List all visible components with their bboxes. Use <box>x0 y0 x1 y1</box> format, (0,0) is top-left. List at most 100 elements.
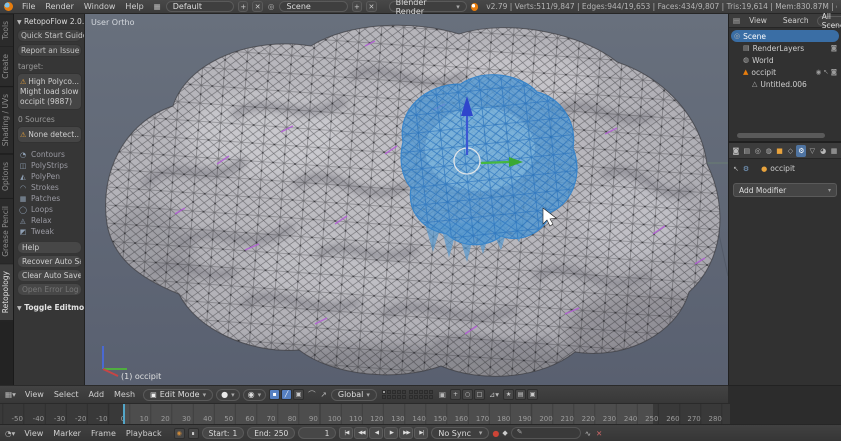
modifiers-tab[interactable]: ⚙ <box>796 145 806 157</box>
play-reverse-button[interactable]: ◀ <box>369 427 383 439</box>
report-issue-button[interactable]: Report an Issue <box>17 44 82 57</box>
tool-patches[interactable]: ▦Patches <box>17 193 82 204</box>
timeline-menu-marker[interactable]: Marker <box>48 429 86 438</box>
object-tab[interactable]: ■ <box>775 145 785 157</box>
toolshelf-tab-shading-uvs[interactable]: Shading / UVs <box>0 87 13 154</box>
scale-manipulator-button[interactable]: □ <box>474 389 485 400</box>
rotate-manipulator-button[interactable]: ○ <box>462 389 473 400</box>
timeline-menu-view[interactable]: View <box>19 429 48 438</box>
tool-tweak[interactable]: ◩Tweak <box>17 226 82 237</box>
toggle-editmode-header[interactable]: ▼ Toggle Editmode <box>17 303 82 312</box>
menu-render[interactable]: Render <box>40 2 78 11</box>
quick-start-button[interactable]: Quick Start Guide <box>17 29 82 42</box>
add-modifier-dropdown[interactable]: Add Modifier ▾ <box>733 183 837 197</box>
viewport-3d[interactable]: User Ortho (1) occipit <box>85 14 728 385</box>
sources-warning-box[interactable]: ⚠None detect... <box>17 126 82 143</box>
occlude-geometry-icon[interactable]: ⌒ <box>307 389 317 400</box>
toolshelf-tab-grease-pencil[interactable]: Grease Pencil <box>0 199 13 265</box>
add-scene-button[interactable]: + <box>352 1 362 12</box>
texture-tab[interactable]: ▦ <box>829 145 839 157</box>
scene-tab[interactable]: ◎ <box>753 145 763 157</box>
vertex-select-button[interactable]: ▪ <box>269 389 280 400</box>
screen-layout-icon[interactable]: ▦ <box>153 2 162 11</box>
delete-layout-button[interactable]: ✕ <box>252 1 262 12</box>
tool-loops[interactable]: ◯Loops <box>17 204 82 215</box>
keying-set-icon[interactable]: ◆ <box>502 429 507 437</box>
render-restrict-icon[interactable]: ◙ <box>831 68 837 76</box>
render-opengl-button[interactable]: ★ <box>503 389 514 400</box>
delete-scene-button[interactable]: ✕ <box>366 1 376 12</box>
outliner-scrollbar[interactable] <box>737 133 825 138</box>
current-frame-indicator[interactable] <box>123 404 125 424</box>
retopoflow-panel-header[interactable]: ▼ RetopoFlow 2.0.3 <box>17 17 82 26</box>
toolshelf-tab-options[interactable]: Options <box>0 155 13 199</box>
menu-window[interactable]: Window <box>79 2 121 11</box>
selectability-icon[interactable]: ↖ <box>823 68 828 76</box>
current-frame-field[interactable]: 1 <box>298 427 336 439</box>
layer-4[interactable] <box>397 390 401 394</box>
layer-13[interactable] <box>419 390 423 394</box>
layer-1[interactable] <box>382 390 386 394</box>
view3d-menu-mesh[interactable]: Mesh <box>109 390 140 399</box>
layer-14[interactable] <box>424 390 428 394</box>
layer-3[interactable] <box>392 390 396 394</box>
layer-7[interactable] <box>387 395 391 399</box>
layer-15[interactable] <box>429 390 433 394</box>
keyframe-lock-button[interactable]: ∎ <box>188 428 199 439</box>
layer-8[interactable] <box>392 395 396 399</box>
clear-auto-save-button[interactable]: Clear Auto Save <box>17 269 82 282</box>
snap-icon[interactable]: ↗ <box>320 390 328 399</box>
layer-11[interactable] <box>409 390 413 394</box>
layer-2[interactable] <box>387 390 391 394</box>
view3d-menu-view[interactable]: View <box>20 390 49 399</box>
view3d-menu-add[interactable]: Add <box>84 390 110 399</box>
render-restrict-icon[interactable]: ◙ <box>831 44 837 52</box>
toolshelf-tab-create[interactable]: Create <box>0 47 13 87</box>
proportional-edit-dropdown[interactable]: ◉▾ <box>243 389 267 401</box>
outliner-menu-search[interactable]: Search <box>778 16 814 25</box>
insert-keyframe-icon[interactable]: ∿ <box>584 429 592 438</box>
layer-6[interactable] <box>382 395 386 399</box>
timeline-editor-icon[interactable]: ◔▾ <box>4 429 16 438</box>
face-select-button[interactable]: ▣ <box>293 389 304 400</box>
layer-12[interactable] <box>414 390 418 394</box>
tool-relax[interactable]: ◬Relax <box>17 215 82 226</box>
translate-manipulator-button[interactable]: + <box>450 389 461 400</box>
layer-10[interactable] <box>402 395 406 399</box>
scene-dropdown[interactable]: Scene <box>279 1 347 12</box>
jump-to-prev-keyframe-button[interactable]: ◀◀ <box>354 427 368 439</box>
start-frame-field[interactable]: Start: 1 <box>202 427 245 439</box>
screen-layout-dropdown[interactable]: Default <box>166 1 234 12</box>
add-layout-button[interactable]: + <box>238 1 248 12</box>
outliner-item-occipit[interactable]: ▲occipit◉↖◙ <box>731 66 839 78</box>
scene-dropdown-icon[interactable]: ◎ <box>267 2 276 11</box>
timeline-menu-frame[interactable]: Frame <box>86 429 121 438</box>
tool-polystrips[interactable]: ◫PolyStrips <box>17 160 82 171</box>
properties-editor-icon[interactable]: ↖ <box>733 165 739 173</box>
lock-to-scene-icon[interactable]: ▣ <box>438 390 447 399</box>
outliner-item-untitled-006[interactable]: △Untitled.006 <box>731 78 839 90</box>
tool-contours[interactable]: ◔Contours <box>17 149 82 160</box>
editor-type-icon[interactable]: ▦▾ <box>4 390 17 399</box>
menu-help[interactable]: Help <box>120 2 148 11</box>
menu-file[interactable]: File <box>17 2 40 11</box>
render-engine-dropdown[interactable]: Blender Render▾ <box>389 1 467 12</box>
eye-icon[interactable]: ◉ <box>816 68 822 76</box>
tool-strokes[interactable]: ◠Strokes <box>17 182 82 193</box>
layer-17[interactable] <box>414 395 418 399</box>
mode-dropdown[interactable]: ▣ Edit Mode ▾ <box>143 389 213 401</box>
layer-20[interactable] <box>429 395 433 399</box>
outliner-item-scene[interactable]: ◎Scene <box>731 30 839 42</box>
sync-dropdown[interactable]: No Sync▾ <box>431 427 489 439</box>
blender-logo-icon[interactable] <box>4 2 13 11</box>
render-tab[interactable]: ◙ <box>731 145 741 157</box>
constraints-tab[interactable]: ◇ <box>786 145 796 157</box>
play-button[interactable]: ▶ <box>384 427 398 439</box>
target-warning-box[interactable]: ⚠High Polyco... Might load slowly occipi… <box>17 73 82 110</box>
render-layers-tab[interactable]: ▤ <box>742 145 752 157</box>
material-tab[interactable]: ◕ <box>818 145 828 157</box>
layer-18[interactable] <box>419 395 423 399</box>
render-opengl-anim-button[interactable]: ▤ <box>515 389 526 400</box>
outliner-item-renderlayers[interactable]: ▤RenderLayers◙ <box>731 42 839 54</box>
jump-to-end-button[interactable]: ▶| <box>414 427 428 439</box>
